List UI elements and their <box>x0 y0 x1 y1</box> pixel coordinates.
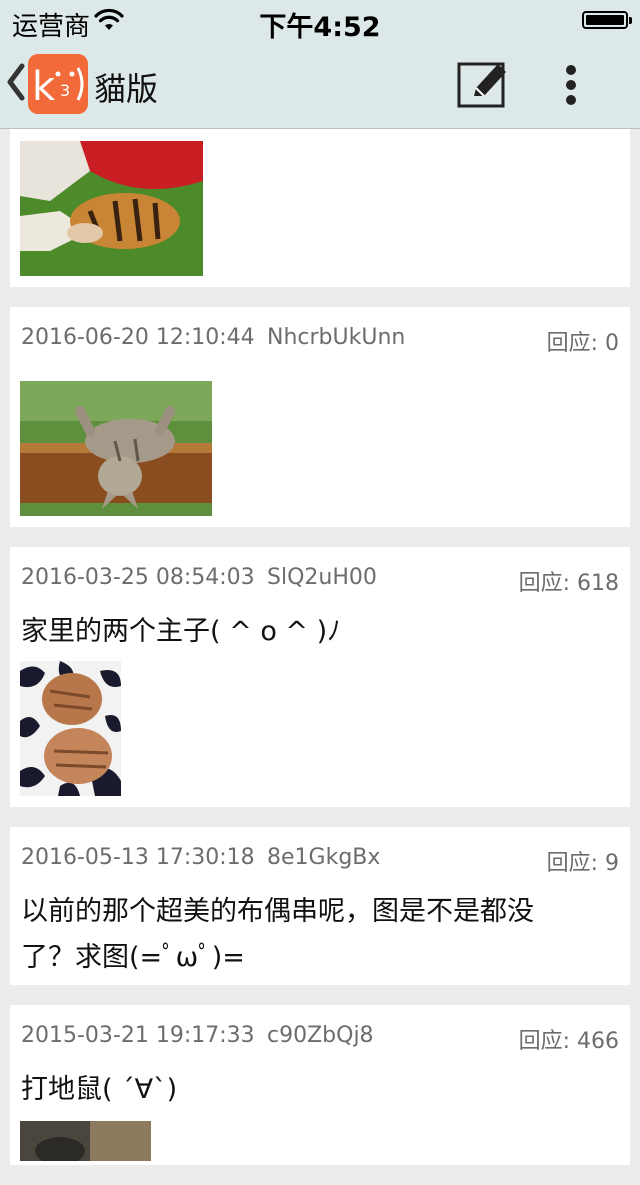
poster-id: SlQ2uH00 <box>267 565 377 590</box>
post-text: 以前的那个超美的布偶串呢，图是不是都没了？求图(=ﾟωﾟ)= <box>21 896 534 973</box>
thread-meta: 2016-05-13 17:30:18 8e1GkgBx 回应: 9 <box>10 827 630 889</box>
post-text: 家里的两个主子( ^ o ^ )ﾉ <box>21 616 341 647</box>
reply-count: 回应: 618 <box>518 571 619 596</box>
compose-icon[interactable] <box>456 58 510 110</box>
thread-card[interactable]: 2015-03-21 19:17:33 c90ZbQj8 回应: 466 打地鼠… <box>10 1005 630 1165</box>
thread-card[interactable]: 2016-03-25 08:54:03 SlQ2uH00 回应: 618 家里的… <box>10 547 630 807</box>
status-bar: 运营商 下午4:52 <box>0 0 640 43</box>
thread-image[interactable] <box>20 1121 151 1161</box>
navigation-bar: k 3 貓版 <box>0 40 640 129</box>
board-logo[interactable]: k 3 <box>28 54 88 114</box>
page-title: 貓版 <box>94 70 159 108</box>
post-text: 打地鼠( ´∀`) <box>21 1074 178 1105</box>
post-date: 2016-03-25 08:54:03 <box>21 565 255 590</box>
thread-list: 2016-06-20 12:10:44 NhcrbUkUnn 回应: 0 201… <box>10 129 630 1185</box>
thread-card[interactable]: 2016-06-20 12:10:44 NhcrbUkUnn 回应: 0 <box>10 307 630 527</box>
thread-meta: 2015-03-21 19:17:33 c90ZbQj8 回应: 466 <box>10 1005 630 1067</box>
reply-count: 回应: 9 <box>546 851 619 876</box>
reply-count: 回应: 466 <box>518 1029 619 1054</box>
post-date: 2016-06-20 12:10:44 <box>21 325 255 350</box>
poster-id: c90ZbQj8 <box>267 1023 374 1048</box>
svg-text:k: k <box>32 64 56 110</box>
svg-text:3: 3 <box>60 81 70 100</box>
poster-id: NhcrbUkUnn <box>267 325 406 350</box>
thread-card[interactable]: 2016-05-13 17:30:18 8e1GkgBx 回应: 9 以前的那个… <box>10 827 630 985</box>
post-date: 2016-05-13 17:30:18 <box>21 845 255 870</box>
reply-count: 回应: 0 <box>546 331 619 356</box>
thread-meta: 2016-03-25 08:54:03 SlQ2uH00 回应: 618 <box>10 547 630 609</box>
back-chevron-icon[interactable] <box>4 62 26 102</box>
more-vertical-icon[interactable] <box>558 64 584 106</box>
thread-image[interactable] <box>20 381 212 516</box>
thread-image[interactable] <box>20 141 203 276</box>
thread-card[interactable] <box>10 129 630 287</box>
thread-meta: 2016-06-20 12:10:44 NhcrbUkUnn 回应: 0 <box>10 307 630 369</box>
poster-id: 8e1GkgBx <box>267 845 381 870</box>
thread-image[interactable] <box>20 661 121 796</box>
kaomoji-logo-icon: k 3 <box>32 64 84 110</box>
clock: 下午4:52 <box>259 12 381 43</box>
post-date: 2015-03-21 19:17:33 <box>21 1023 255 1048</box>
battery-icon <box>582 11 632 29</box>
